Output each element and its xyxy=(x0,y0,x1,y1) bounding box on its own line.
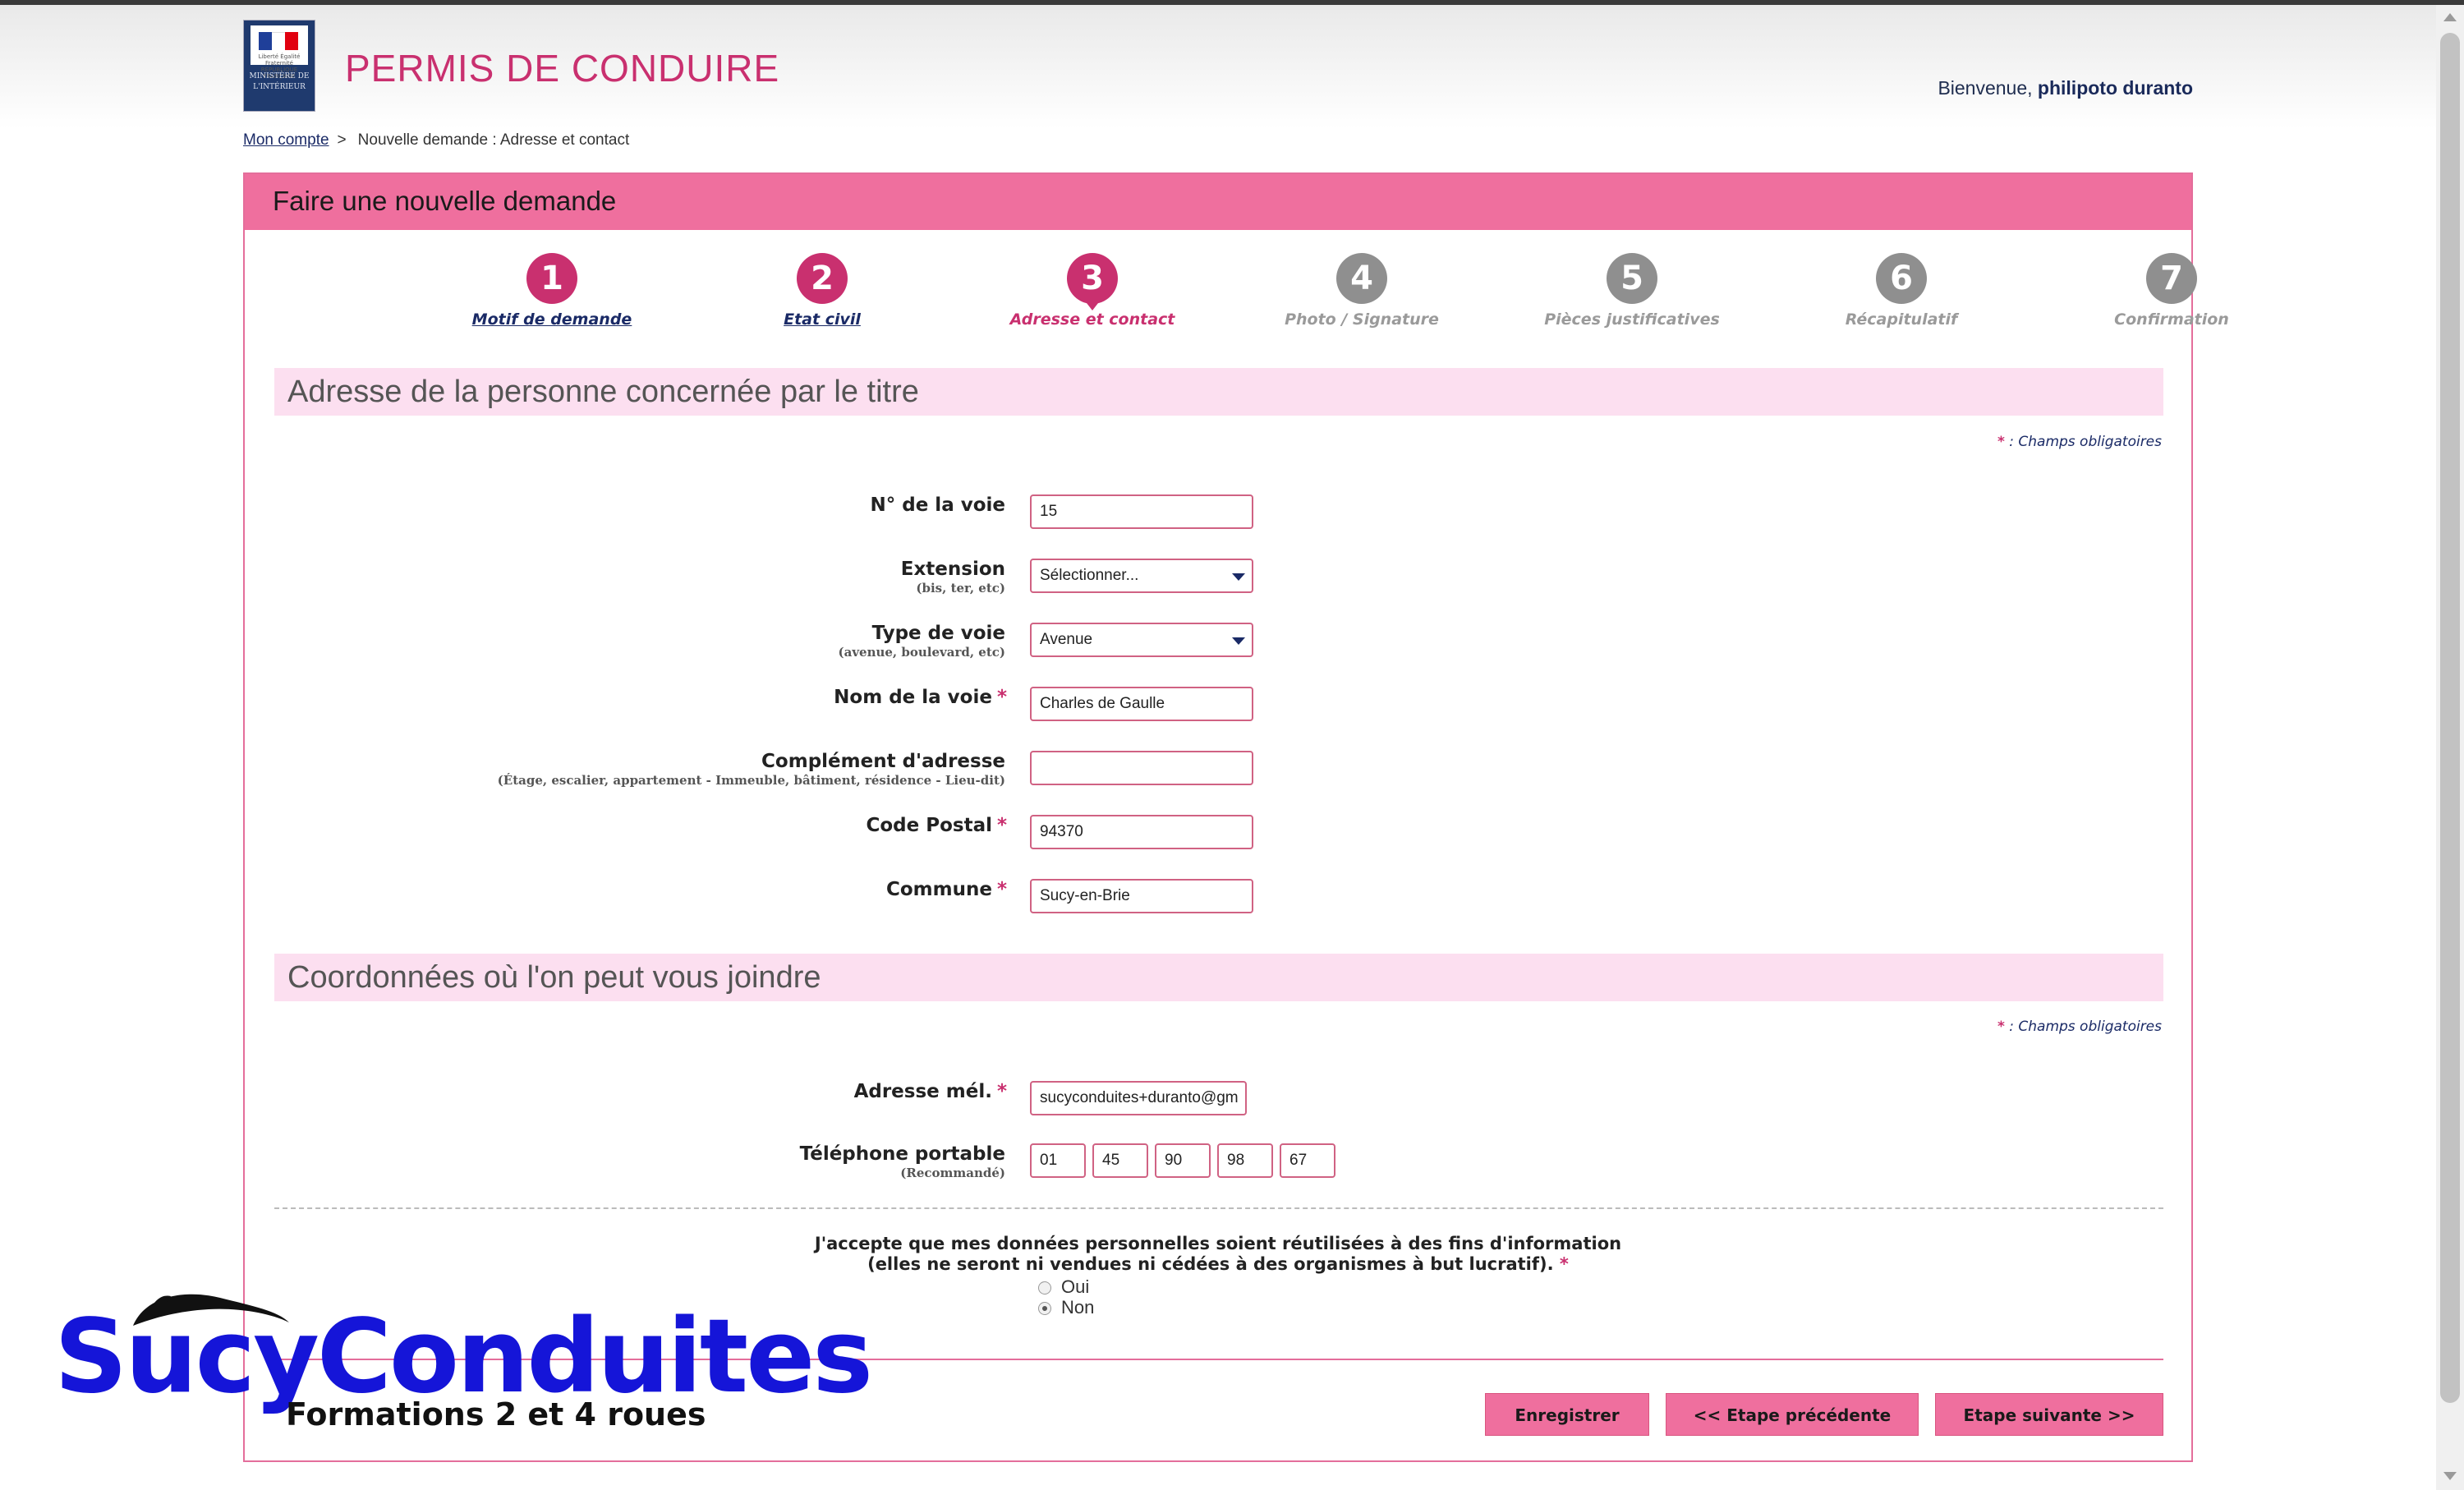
step-label: Confirmation xyxy=(2114,310,2229,329)
scrollbar-thumb[interactable] xyxy=(2440,33,2460,1403)
sucyconduites-watermark: SucyConduites Formations 2 et 4 roues xyxy=(54,1281,873,1446)
street-type-select[interactable]: Avenue xyxy=(1030,623,1253,657)
chevron-down-icon xyxy=(1232,637,1245,645)
save-button[interactable]: Enregistrer xyxy=(1485,1393,1649,1436)
phone-part-1-input[interactable]: 01 xyxy=(1030,1143,1086,1178)
extension-select[interactable]: Sélectionner... xyxy=(1030,559,1253,593)
next-step-button[interactable]: Etape suivante >> xyxy=(1935,1393,2163,1436)
welcome-prefix: Bienvenue, xyxy=(1938,77,2033,99)
logo-text: MINISTÈRE DE L'INTÉRIEUR xyxy=(249,72,310,91)
required-star: * xyxy=(1559,1254,1569,1274)
step-label: Récapitulatif xyxy=(1845,310,1958,329)
label-email: Adresse mél. * xyxy=(853,1081,1007,1102)
breadcrumb-separator: > xyxy=(337,131,347,149)
consent-text: J'accepte que mes données personnelles s… xyxy=(245,1234,2191,1275)
consent-option-non[interactable]: Non xyxy=(1038,1297,1094,1318)
phone-part-2-input[interactable]: 45 xyxy=(1092,1143,1148,1178)
scroll-down-arrow-icon[interactable] xyxy=(2443,1472,2457,1480)
postal-code-input[interactable]: 94370 xyxy=(1030,815,1253,849)
contact-section-header: Coordonnées où l'on peut vous joindre xyxy=(274,954,2163,1001)
street-number-input[interactable]: 15 xyxy=(1030,494,1253,529)
label-address-complement: Complément d'adresse xyxy=(761,751,1005,772)
label-city: Commune * xyxy=(886,879,1007,900)
step-label: Pièces justificatives xyxy=(1544,310,1720,329)
required-star: * xyxy=(996,1081,1007,1102)
panel-header: Faire une nouvelle demande xyxy=(245,174,2191,230)
street-name-input[interactable]: Charles de Gaulle xyxy=(1030,687,1253,721)
required-fields-note: * : Champs obligatoires xyxy=(1997,1019,2162,1035)
step-label[interactable]: Motif de demande xyxy=(445,310,659,329)
phone-part-5-input[interactable]: 67 xyxy=(1280,1143,1335,1178)
ministry-logo: Liberté Égalité Fraternité RÉPUBLIQUE FR… xyxy=(243,20,315,112)
label-phone-hint: (Recommandé) xyxy=(900,1166,1005,1180)
section-title: Coordonnées où l'on peut vous joindre xyxy=(287,960,821,995)
step-4: 4 Photo / Signature xyxy=(1255,253,1469,329)
user-name: philipoto duranto xyxy=(2037,77,2193,99)
phone-part-4-input[interactable]: 98 xyxy=(1217,1143,1273,1178)
label-extension-hint: (bis, ter, etc) xyxy=(916,581,1005,596)
consent-line-1: J'accepte que mes données personnelles s… xyxy=(814,1234,1622,1253)
step-number: 7 xyxy=(2146,253,2197,304)
step-number: 3 xyxy=(1067,253,1118,310)
phone-part-3-input[interactable]: 90 xyxy=(1155,1143,1211,1178)
step-number: 6 xyxy=(1876,253,1927,304)
required-fields-note: * : Champs obligatoires xyxy=(1997,434,2162,450)
step-1[interactable]: 1 Motif de demande xyxy=(445,253,659,329)
section-divider xyxy=(274,1207,2163,1209)
radio-label: Oui xyxy=(1061,1276,1090,1297)
address-complement-input[interactable] xyxy=(1030,751,1253,785)
section-title: Adresse de la personne concernée par le … xyxy=(287,375,919,409)
label-phone: Téléphone portable xyxy=(799,1143,1005,1165)
panel-title: Faire une nouvelle demande xyxy=(273,186,617,216)
breadcrumb-link-mon-compte[interactable]: Mon compte xyxy=(243,131,329,149)
step-label: Adresse et contact xyxy=(1009,310,1175,329)
step-number: 5 xyxy=(1607,253,1657,304)
step-number: 2 xyxy=(797,253,848,304)
extension-selected-value: Sélectionner... xyxy=(1040,567,1139,584)
step-7: 7 Confirmation xyxy=(2065,253,2278,329)
step-number: 1 xyxy=(526,253,577,304)
watermark-tagline: Formations 2 et 4 roues xyxy=(286,1396,706,1433)
step-5: 5 Pièces justificatives xyxy=(1525,253,1739,329)
previous-step-button[interactable]: << Etape précédente xyxy=(1666,1393,1919,1436)
step-label[interactable]: Etat civil xyxy=(715,310,929,329)
step-3: 3 Adresse et contact xyxy=(986,253,1199,329)
step-6: 6 Récapitulatif xyxy=(1795,253,2008,329)
label-street-number: N° de la voie xyxy=(870,494,1005,516)
app-title: PERMIS DE CONDUIRE xyxy=(345,47,780,90)
street-type-selected-value: Avenue xyxy=(1040,631,1093,648)
label-postal-code: Code Postal * xyxy=(866,815,1007,836)
address-section-header: Adresse de la personne concernée par le … xyxy=(274,368,2163,416)
label-street-type-hint: (avenue, boulevard, etc) xyxy=(838,645,1006,660)
step-2[interactable]: 2 Etat civil xyxy=(715,253,929,329)
radio-label: Non xyxy=(1061,1297,1095,1318)
step-label: Photo / Signature xyxy=(1285,310,1439,329)
radio-non[interactable] xyxy=(1038,1302,1051,1316)
french-flag-icon: Liberté Égalité Fraternité RÉPUBLIQUE FR… xyxy=(251,25,308,80)
required-star: * xyxy=(996,879,1007,900)
step-number: 4 xyxy=(1336,253,1387,304)
email-input[interactable]: sucyconduites+duranto@gm xyxy=(1030,1081,1247,1115)
welcome-message: Bienvenue, philipoto duranto xyxy=(1938,77,2193,99)
breadcrumb-current: Nouvelle demande : Adresse et contact xyxy=(357,131,630,149)
vertical-scrollbar[interactable] xyxy=(2436,5,2464,1490)
required-star: * xyxy=(996,815,1007,836)
label-street-type: Type de voie xyxy=(871,623,1005,644)
label-street-name: Nom de la voie * xyxy=(834,687,1007,708)
request-form-panel: Faire une nouvelle demande 1 Motif de de… xyxy=(243,172,2229,1462)
chevron-down-icon xyxy=(1232,573,1245,581)
consent-line-2: (elles ne seront ni vendues ni cédées à … xyxy=(867,1254,1554,1274)
city-input[interactable]: Sucy-en-Brie xyxy=(1030,879,1253,913)
breadcrumb: Mon compte > Nouvelle demande : Adresse et… xyxy=(243,131,629,149)
required-star: * xyxy=(996,687,1007,708)
scroll-up-arrow-icon[interactable] xyxy=(2443,13,2457,21)
consent-option-oui[interactable]: Oui xyxy=(1038,1276,1089,1298)
radio-oui[interactable] xyxy=(1038,1281,1051,1295)
label-address-complement-hint: (Étage, escalier, appartement - Immeuble… xyxy=(497,773,1005,788)
label-extension: Extension xyxy=(900,559,1005,580)
